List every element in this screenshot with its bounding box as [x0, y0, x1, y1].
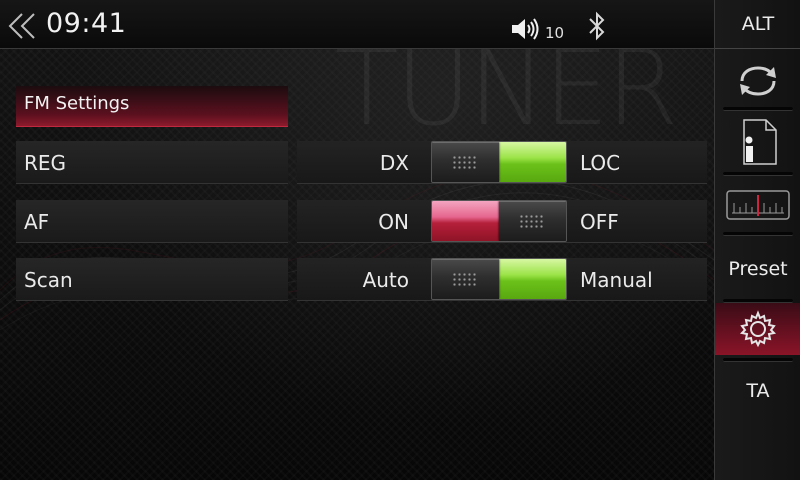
setting-value-cell: Auto Manual: [297, 258, 707, 301]
volume-icon[interactable]: [510, 16, 540, 42]
option-left-label[interactable]: Auto: [363, 268, 409, 292]
af-toggle-switch[interactable]: [431, 200, 567, 242]
option-right-label[interactable]: Manual: [580, 268, 653, 292]
preset-label: Preset: [728, 258, 788, 280]
info-icon: [743, 119, 777, 165]
toggle-knob[interactable]: [432, 259, 499, 299]
setting-label-cell: AF: [16, 200, 288, 243]
toggle-fill: [432, 201, 499, 241]
source-refresh-button[interactable]: [715, 56, 800, 106]
refresh-icon: [740, 66, 776, 96]
option-left-label[interactable]: ON: [378, 210, 409, 234]
option-right-label[interactable]: LOC: [580, 151, 620, 175]
grip-dots-icon: [452, 272, 478, 286]
alt-button[interactable]: ALT: [715, 0, 800, 49]
bluetooth-icon: [589, 11, 605, 41]
option-right-label[interactable]: OFF: [580, 210, 619, 234]
section-header-fm-settings: FM Settings: [16, 86, 288, 127]
setting-label-cell: REG: [16, 141, 288, 184]
reg-toggle-switch[interactable]: [431, 141, 567, 183]
setting-label: Scan: [24, 268, 73, 292]
setting-label: REG: [24, 151, 67, 175]
tuner-scale-icon: [726, 190, 790, 220]
settings-button[interactable]: [715, 303, 800, 355]
sidebar-divider: [723, 107, 793, 111]
ta-button[interactable]: TA: [715, 364, 800, 418]
preset-button[interactable]: Preset: [715, 240, 800, 298]
setting-label: AF: [24, 210, 50, 234]
right-sidebar: ALT Preset TA: [714, 0, 800, 480]
setting-label-cell: Scan: [16, 258, 288, 301]
setting-row-reg: REG DX LOC: [0, 141, 714, 185]
alt-label: ALT: [741, 13, 775, 35]
info-button[interactable]: [715, 114, 800, 170]
clock: 09:41: [46, 8, 127, 39]
setting-row-af: AF ON OFF: [0, 200, 714, 244]
toggle-fill: [499, 259, 566, 299]
tuner-watermark: TUNER: [335, 27, 678, 149]
toggle-knob[interactable]: [432, 142, 499, 182]
frequency-scale-button[interactable]: [715, 180, 800, 230]
sidebar-divider: [723, 172, 793, 176]
scan-toggle-switch[interactable]: [431, 258, 567, 300]
gear-icon: [739, 310, 777, 348]
toggle-fill: [499, 142, 566, 182]
sidebar-divider: [723, 232, 793, 236]
volume-level: 10: [545, 24, 565, 42]
ta-label: TA: [746, 380, 770, 402]
setting-row-scan: Scan Auto Manual: [0, 258, 714, 302]
grip-dots-icon: [452, 155, 478, 169]
section-title: FM Settings: [24, 93, 130, 114]
tuner-settings-screen: TUNER 09:41 10 FM Settings REG DX LOC AF…: [0, 0, 800, 480]
setting-value-cell: ON OFF: [297, 200, 707, 243]
grip-dots-icon: [519, 214, 545, 228]
toggle-knob[interactable]: [499, 201, 566, 241]
option-left-label[interactable]: DX: [380, 151, 409, 175]
setting-value-cell: DX LOC: [297, 141, 707, 184]
sidebar-divider: [723, 358, 793, 362]
back-chevron-icon[interactable]: [6, 12, 40, 40]
status-bar: 09:41 10: [0, 0, 714, 49]
